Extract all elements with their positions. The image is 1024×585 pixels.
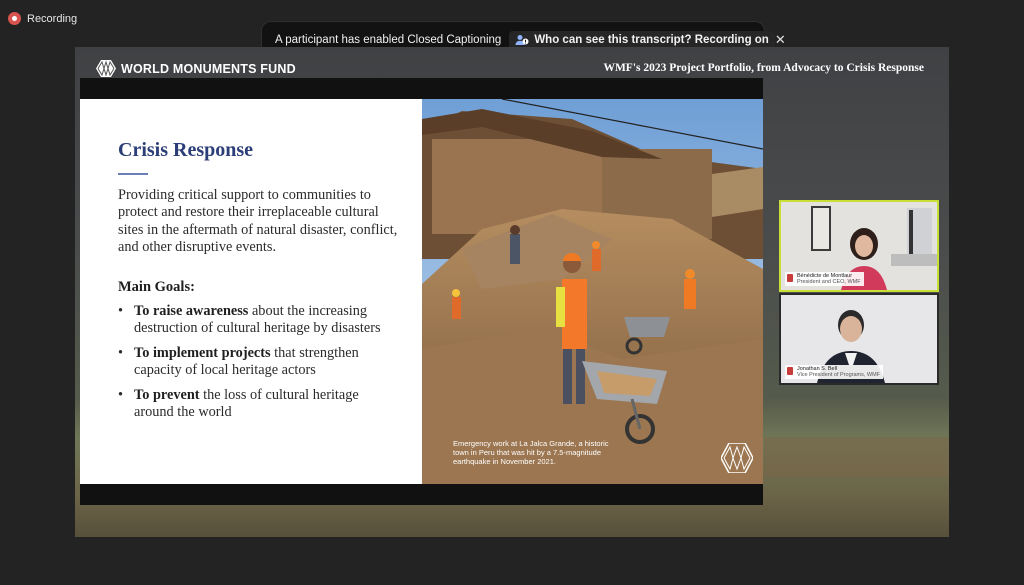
participant-title: Vice President of Programs, WMF — [797, 372, 881, 378]
recording-indicator[interactable]: Recording — [8, 12, 77, 25]
participant-name-label: Jonathan S. Bell Vice President of Progr… — [785, 365, 884, 379]
goal-item: To implement projects that strengthen ca… — [118, 345, 402, 380]
goals-list: To raise awareness about the increasing … — [118, 303, 402, 422]
transcript-info-link[interactable]: Who can see this transcript? Recording o… — [509, 30, 775, 49]
goal-emphasis: To implement projects — [134, 344, 271, 361]
org-name: WORLD MONUMENTS FUND — [121, 61, 296, 76]
participant-name-label: Bénédicte de Montlaur President and CEO,… — [785, 272, 864, 286]
mic-muted-icon — [787, 274, 793, 282]
recording-label: Recording — [27, 12, 78, 25]
participant-tile[interactable]: Jonathan S. Bell Vice President of Progr… — [779, 293, 939, 385]
wmf-watermark-icon — [721, 443, 753, 473]
goal-item: To raise awareness about the increasing … — [118, 303, 402, 338]
wmf-logo-icon — [96, 60, 116, 77]
shared-screen: WORLD MONUMENTS FUND WMF's 2023 Project … — [75, 47, 949, 537]
goal-emphasis: To prevent — [134, 386, 200, 403]
recording-icon — [8, 12, 21, 25]
participant-title: President and CEO, WMF — [797, 279, 861, 285]
wmf-logo: WORLD MONUMENTS FUND — [96, 60, 296, 77]
mic-muted-icon — [787, 367, 793, 375]
slide-photo: Emergency work at La Jalca Grande, a his… — [422, 99, 763, 484]
close-icon[interactable]: ✕ — [775, 31, 786, 49]
goal-item: To prevent the loss of cultural heritage… — [118, 387, 402, 422]
meeting-window: Recording A participant has enabled Clos… — [0, 0, 1024, 585]
transcript-link-label: Who can see this transcript? Recording o… — [534, 33, 769, 46]
photo-caption: Emergency work at La Jalca Grande, a his… — [453, 439, 609, 466]
slide-heading: Crisis Response — [118, 139, 254, 161]
deck-title: WMF's 2023 Project Portfolio, from Advoc… — [603, 62, 924, 74]
people-icon — [515, 34, 529, 45]
heading-divider — [118, 173, 148, 175]
slide-lead-paragraph: Providing critical support to communitie… — [118, 186, 398, 256]
earthquake-work-photo — [422, 99, 763, 484]
background-field — [764, 437, 949, 477]
presentation-slide: Crisis Response Providing critical suppo… — [80, 78, 763, 505]
notification-message: A participant has enabled Closed Caption… — [275, 33, 502, 46]
slide-text-panel: Crisis Response Providing critical suppo… — [80, 99, 422, 484]
goal-emphasis: To raise awareness — [134, 302, 249, 319]
goals-heading: Main Goals: — [118, 278, 195, 295]
participant-tile-active[interactable]: Bénédicte de Montlaur President and CEO,… — [779, 200, 939, 292]
